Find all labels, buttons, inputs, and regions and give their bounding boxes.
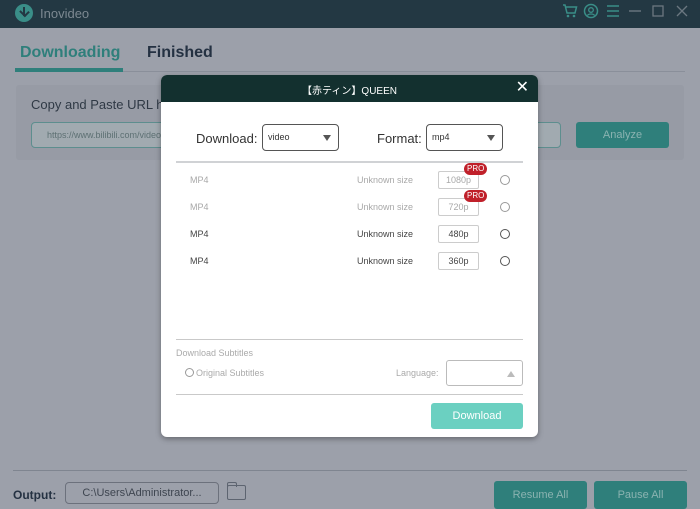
- download-options-dialog: 【赤ティン】QUEEN ✕ Download: video Format: mp…: [161, 75, 538, 437]
- dialog-header: 【赤ティン】QUEEN ✕: [161, 75, 538, 102]
- dropdown-arrow-icon: [323, 135, 331, 141]
- pause-all-button[interactable]: Pause All: [594, 481, 687, 509]
- row-format: MP4: [190, 229, 209, 239]
- quality-row[interactable]: MP4 Unknown size 360p: [161, 252, 538, 272]
- language-select[interactable]: [446, 360, 523, 386]
- tab-downloading[interactable]: Downloading: [20, 44, 120, 62]
- format-value: mp4: [432, 132, 450, 142]
- account-icon[interactable]: [581, 3, 601, 23]
- quality-radio[interactable]: [500, 229, 510, 239]
- download-type-value: video: [268, 132, 290, 142]
- maximize-icon[interactable]: [648, 3, 668, 23]
- output-path-field[interactable]: C:\Users\Administrator...: [65, 482, 219, 504]
- download-type-label: Download:: [196, 131, 258, 146]
- tab-finished[interactable]: Finished: [147, 44, 213, 62]
- language-label: Language:: [396, 368, 439, 378]
- dropdown-arrow-icon: [487, 135, 495, 141]
- row-resolution: 360p: [438, 252, 479, 270]
- minimize-icon[interactable]: [625, 3, 645, 23]
- row-size: Unknown size: [357, 175, 414, 185]
- quality-radio[interactable]: [500, 175, 510, 185]
- app-title: Inovideo: [40, 6, 90, 21]
- download-button[interactable]: Download: [431, 403, 523, 429]
- close-icon[interactable]: [672, 3, 692, 23]
- row-format: MP4: [190, 202, 209, 212]
- footer-divider: [176, 394, 523, 395]
- url-label: Copy and Paste URL here: [31, 97, 183, 112]
- dropdown-arrow-icon: [507, 371, 515, 377]
- format-select[interactable]: mp4: [426, 124, 503, 151]
- quality-radio[interactable]: [500, 202, 510, 212]
- row-format: MP4: [190, 175, 209, 185]
- row-format: MP4: [190, 256, 209, 266]
- row-size: Unknown size: [357, 202, 414, 212]
- output-label: Output:: [13, 488, 57, 502]
- menu-icon[interactable]: [603, 3, 623, 23]
- pro-badge: PRO: [464, 163, 488, 175]
- subtitles-divider: [176, 339, 523, 340]
- download-type-select[interactable]: video: [262, 124, 339, 151]
- subtitles-heading: Download Subtitles: [176, 348, 254, 358]
- resume-all-button[interactable]: Resume All: [494, 481, 587, 509]
- pro-badge: PRO: [464, 190, 488, 202]
- dialog-close-icon[interactable]: ✕: [516, 79, 529, 97]
- title-bar: Inovideo: [0, 0, 700, 28]
- cart-icon[interactable]: [560, 3, 580, 23]
- analyze-button[interactable]: Analyze: [576, 122, 669, 148]
- quality-row[interactable]: MP4 Unknown size 720p PRO: [161, 190, 538, 218]
- app-logo-icon: [15, 4, 33, 22]
- active-tab-indicator: [15, 68, 123, 72]
- row-size: Unknown size: [357, 229, 414, 239]
- quality-row[interactable]: MP4 Unknown size 480p: [161, 225, 538, 245]
- folder-icon[interactable]: [226, 482, 246, 500]
- footer-divider: [13, 470, 687, 471]
- original-subtitles-radio[interactable]: [185, 368, 194, 377]
- dialog-title: 【赤ティン】QUEEN: [302, 86, 397, 97]
- quality-row[interactable]: MP4 Unknown size 1080p PRO: [161, 163, 538, 191]
- quality-radio[interactable]: [500, 256, 510, 266]
- row-size: Unknown size: [357, 256, 414, 266]
- format-label: Format:: [377, 131, 422, 146]
- original-subtitles-label: Original Subtitles: [196, 368, 265, 378]
- row-resolution: 480p: [438, 225, 479, 243]
